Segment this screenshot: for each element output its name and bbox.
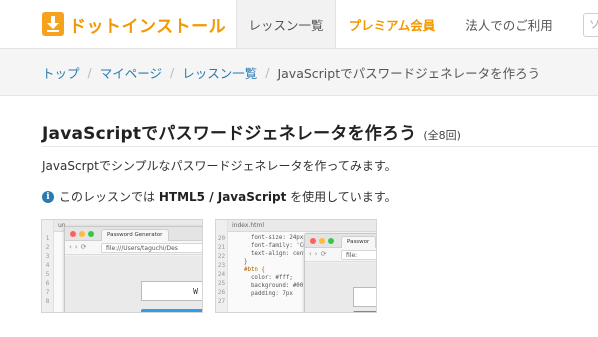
lesson-info: i このレッスンでは HTML5 / JavaScript を使用しています。 xyxy=(42,188,397,205)
code-line: font-size: 24px; xyxy=(230,235,307,241)
password-display xyxy=(353,287,376,307)
maximize-dot-icon xyxy=(328,238,334,244)
search-input[interactable]: ソ xyxy=(583,13,598,37)
code-line: } xyxy=(230,259,248,265)
breadcrumb-separator: / xyxy=(265,65,270,80)
nav-premium[interactable]: プレミアム会員 xyxy=(336,0,448,48)
breadcrumb: トップ / マイページ / レッスン一覧 / JavaScriptでパスワードジ… xyxy=(42,49,540,96)
minimize-dot-icon xyxy=(79,231,85,237)
browser-url: file: xyxy=(341,250,376,260)
close-dot-icon xyxy=(70,231,76,237)
browser-titlebar: Passwor xyxy=(305,234,376,248)
editor-gutter: 1 2 3 4 5 6 7 8 xyxy=(42,220,54,312)
code-line: padding: 7px xyxy=(230,291,293,297)
password-display: W xyxy=(141,281,202,301)
breadcrumb-mypage[interactable]: マイページ xyxy=(100,63,162,82)
code-line: #btn { xyxy=(230,267,265,273)
nav-business[interactable]: 法人でのご利用 xyxy=(448,0,570,48)
info-icon: i xyxy=(42,190,54,203)
browser-tab: Passwor xyxy=(341,236,376,248)
lesson-title-row: JavaScriptでパスワードジェネレータを作ろう (全8回) xyxy=(42,119,461,144)
breadcrumb-separator: / xyxy=(87,65,92,80)
maximize-dot-icon xyxy=(88,231,94,237)
close-dot-icon xyxy=(310,238,316,244)
minimize-dot-icon xyxy=(319,238,325,244)
info-prefix: このレッスンでは xyxy=(59,190,156,204)
editor-tab: index.html xyxy=(228,220,376,232)
browser-titlebar: Password Generator xyxy=(65,227,202,241)
breadcrumb-bar: トップ / マイページ / レッスン一覧 / JavaScriptでパスワードジ… xyxy=(0,49,598,96)
top-navigation: ドットインストール レッスン一覧 プレミアム会員 法人でのご利用 ソ xyxy=(0,0,598,49)
browser-address-bar: ‹›⟳ file: xyxy=(305,248,376,262)
code-line: font-family: 'Co xyxy=(230,243,307,249)
editor-gutter: 20 21 22 23 24 25 26 27 xyxy=(216,220,228,312)
generate-button xyxy=(353,311,376,312)
browser-content xyxy=(305,263,376,312)
breadcrumb-top[interactable]: トップ xyxy=(42,63,80,82)
logo-text: ドットインストール xyxy=(69,16,227,37)
info-suffix: を使用しています。 xyxy=(290,190,397,204)
code-line: text-align: cent xyxy=(230,251,307,257)
lesson-description: JavaScrptでシンプルなパスワードジェネレータを作ってみます。 xyxy=(42,159,397,173)
browser-tab: Password Generator xyxy=(101,229,170,241)
breadcrumb-separator: / xyxy=(170,65,175,80)
site-logo[interactable]: ドットインストール xyxy=(42,10,226,38)
logo-mark-icon xyxy=(42,12,64,36)
browser-nav-icons: ‹›⟳ xyxy=(69,243,90,251)
browser-window: Passwor ‹›⟳ file: xyxy=(304,233,376,312)
breadcrumb-lessons[interactable]: レッスン一覧 xyxy=(182,63,257,82)
page-title: JavaScriptでパスワードジェネレータを作ろう xyxy=(42,124,417,144)
episode-count: (全8回) xyxy=(423,129,461,142)
nav-lessons[interactable]: レッスン一覧 xyxy=(236,0,336,48)
title-divider xyxy=(42,146,598,147)
browser-address-bar: ‹›⟳ file:///Users/taguchi/Des xyxy=(65,241,202,255)
lesson-thumbnail-1[interactable]: un 1 2 3 4 5 6 7 8 Password Generator ‹›… xyxy=(41,219,203,313)
info-tech: HTML5 / JavaScript xyxy=(158,189,287,204)
code-line: color: #fff; xyxy=(230,275,293,281)
browser-content: W xyxy=(65,256,202,312)
browser-window: Password Generator ‹›⟳ file:///Users/tag… xyxy=(64,226,202,312)
lesson-thumbnail-2[interactable]: index.html 20 21 22 23 24 25 26 27 font-… xyxy=(215,219,377,313)
code-block: font-size: 24px; font-family: 'Co text-a… xyxy=(230,234,307,298)
code-line: background: #00 xyxy=(230,283,304,289)
generate-button xyxy=(141,309,202,312)
browser-nav-icons: ‹›⟳ xyxy=(309,250,330,258)
breadcrumb-current: JavaScriptでパスワードジェネレータを作ろう xyxy=(277,66,541,81)
browser-url: file:///Users/taguchi/Des xyxy=(101,243,202,253)
